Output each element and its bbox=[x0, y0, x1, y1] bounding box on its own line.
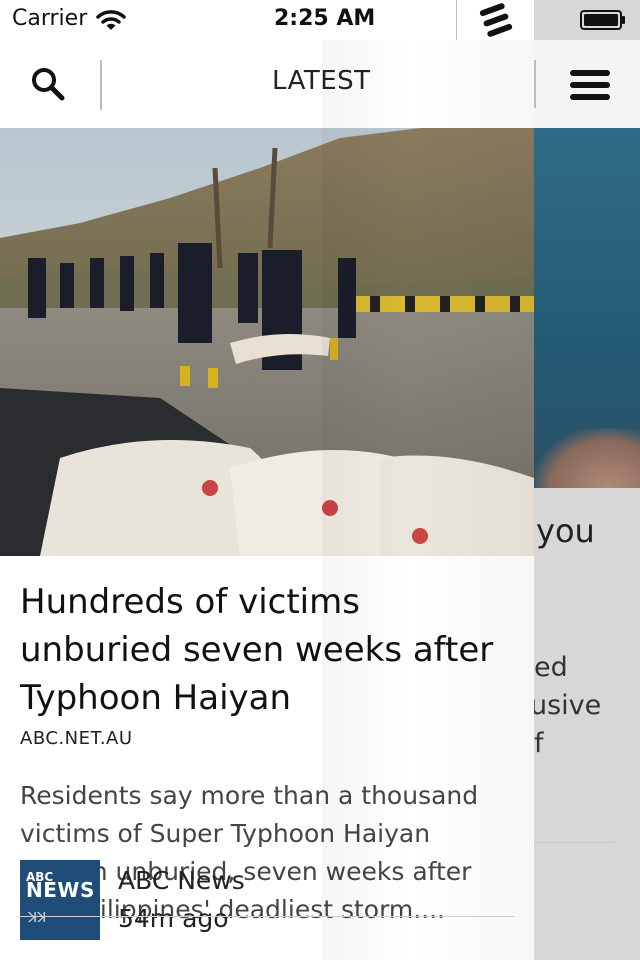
publisher-logo-mark: ꓘꓘ bbox=[28, 910, 47, 926]
page-title: LATEST bbox=[272, 66, 371, 96]
publish-time: 54m ago bbox=[118, 904, 229, 933]
next-article-line-2: usive bbox=[534, 690, 602, 721]
nav-divider bbox=[100, 60, 102, 110]
top-nav-bar: LATEST bbox=[0, 40, 534, 128]
article-headline[interactable]: Hundreds of victims unburied seven weeks… bbox=[20, 578, 520, 722]
carrier-label: Carrier bbox=[12, 6, 88, 31]
next-article-line-1: ed bbox=[534, 652, 568, 683]
publisher-name: ABC News bbox=[118, 866, 245, 895]
clock: 2:25 AM bbox=[274, 6, 376, 31]
search-icon[interactable] bbox=[28, 64, 68, 104]
publisher-logo: ABC NEWS ꓘꓘ bbox=[20, 860, 100, 940]
article-source: ABC.NET.AU bbox=[20, 728, 133, 749]
article-photo[interactable] bbox=[0, 128, 534, 556]
next-article-title-fragment: you bbox=[536, 512, 595, 550]
hamburger-menu-icon[interactable] bbox=[570, 68, 610, 102]
menu-divider bbox=[534, 60, 536, 108]
status-bar: Carrier 2:25 AM bbox=[0, 0, 534, 40]
next-article-photo bbox=[534, 128, 640, 488]
card-divider bbox=[20, 916, 514, 917]
next-article-divider bbox=[534, 842, 614, 843]
battery-icon bbox=[580, 10, 625, 30]
next-article-line-3: f bbox=[534, 728, 544, 759]
wifi-icon bbox=[96, 10, 126, 30]
next-article-card[interactable]: you ed usive f bbox=[534, 0, 640, 960]
article-image bbox=[0, 128, 534, 556]
publisher-logo-main: NEWS bbox=[26, 878, 95, 902]
